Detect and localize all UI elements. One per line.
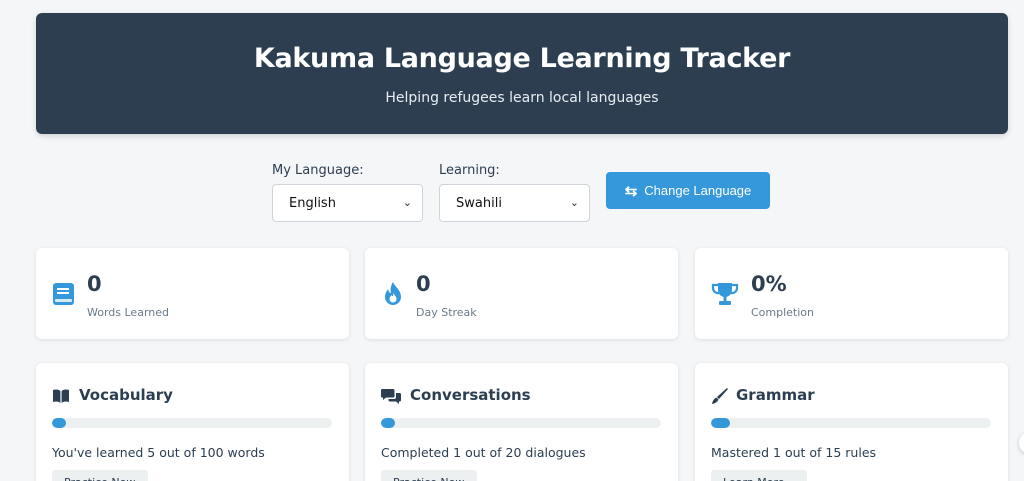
stat-card-completion: 0% Completion: [695, 248, 1008, 339]
chevron-down-icon: ⌄: [402, 196, 412, 209]
page-subtitle: Helping refugees learn local languages: [385, 90, 659, 106]
my-language-group: My Language: English ⌄: [272, 163, 423, 222]
stat-card-words: 0 Words Learned: [36, 248, 349, 339]
trophy-icon: [711, 283, 739, 305]
language-controls: My Language: English ⌄ Learning: Swahili…: [272, 163, 770, 222]
app-header: Kakuma Language Learning Tracker Helping…: [36, 13, 1008, 134]
page-title: Kakuma Language Learning Tracker: [253, 43, 791, 74]
feature-card-conversations: Conversations Completed 1 out of 20 dial…: [365, 363, 678, 481]
change-language-button[interactable]: ⇆ Change Language: [606, 172, 770, 209]
progress-fill: [52, 418, 66, 428]
change-language-label: Change Language: [644, 183, 752, 198]
progress-track: [381, 418, 661, 428]
feature-card-grammar: Grammar Mastered 1 out of 15 rules Learn…: [695, 363, 1008, 481]
swap-arrows-icon: ⇆: [624, 182, 638, 200]
stat-label: Day Streak: [416, 306, 477, 319]
practice-button[interactable]: Practice Now: [381, 470, 477, 481]
practice-button[interactable]: Practice Now: [52, 470, 148, 481]
learning-language-select[interactable]: Swahili ⌄: [439, 184, 590, 222]
comments-icon: [381, 389, 401, 404]
fire-icon: [385, 282, 401, 305]
feature-description: Mastered 1 out of 15 rules: [711, 445, 877, 460]
progress-fill: [711, 418, 730, 428]
feature-title: Vocabulary: [79, 386, 173, 404]
learning-language-group: Learning: Swahili ⌄: [439, 163, 590, 222]
my-language-label: My Language:: [272, 163, 364, 178]
feature-description: You've learned 5 out of 100 words: [52, 445, 265, 460]
stat-label: Completion: [751, 306, 815, 319]
feature-card-vocabulary: Vocabulary You've learned 5 out of 100 w…: [36, 363, 349, 481]
progress-track: [52, 418, 332, 428]
book-icon: [53, 283, 74, 305]
open-book-icon: [53, 389, 69, 403]
stat-value: 0%: [751, 272, 787, 296]
stat-value: 0: [416, 272, 431, 296]
stat-value: 0: [87, 272, 102, 296]
chevron-down-icon: ⌄: [569, 196, 579, 209]
progress-track: [711, 418, 991, 428]
learning-label: Learning:: [439, 163, 500, 178]
my-language-value: English: [289, 196, 336, 211]
learn-more-button[interactable]: Learn More: [711, 470, 807, 481]
stat-label: Words Learned: [87, 306, 169, 319]
progress-fill: [381, 418, 395, 428]
stat-card-streak: 0 Day Streak: [365, 248, 678, 339]
floating-action-button[interactable]: [1019, 432, 1024, 454]
feature-title: Grammar: [736, 386, 815, 404]
pen-icon: [712, 388, 728, 404]
feature-title: Conversations: [410, 386, 531, 404]
learning-value: Swahili: [456, 196, 502, 211]
my-language-select[interactable]: English ⌄: [272, 184, 423, 222]
feature-description: Completed 1 out of 20 dialogues: [381, 445, 586, 460]
